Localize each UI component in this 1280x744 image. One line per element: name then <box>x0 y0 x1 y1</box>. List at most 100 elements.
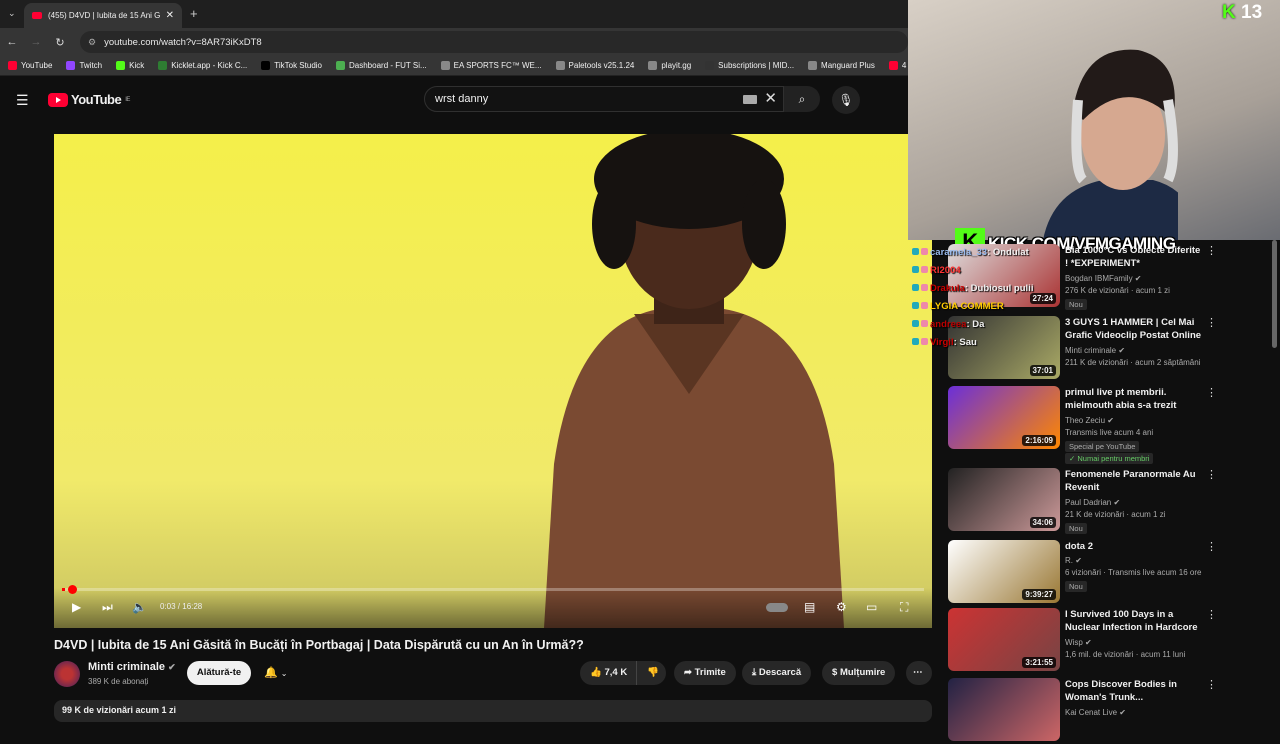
theater-mode-icon[interactable]: ▭ <box>866 600 877 614</box>
chat-badge-icon <box>912 302 919 309</box>
bookmark-item[interactable]: Kicklet.app - Kick C... <box>158 61 247 70</box>
video-thumbnail[interactable]: 9:39:27 <box>948 540 1060 603</box>
new-badge: Nou <box>1065 523 1087 534</box>
chat-badge-icon <box>921 338 928 345</box>
subtitles-icon[interactable]: ▤ <box>804 600 815 614</box>
recommendation-item[interactable]: 2:16:09 primul live pt membrii. mielmouth… <box>948 386 1268 464</box>
recommendation-title[interactable]: I Survived 100 Days in a Nuclear Infecti… <box>1065 608 1205 634</box>
tab-search-icon[interactable]: ⌄ <box>8 8 16 19</box>
bookmark-favicon-icon <box>888 61 898 70</box>
recommendation-item[interactable]: 34:06 Fenomenele Paranormale Au Revenit Pa… <box>948 468 1268 534</box>
download-button[interactable]: ⤓ Descarcă <box>742 661 812 685</box>
chevron-down-icon: ⌄ <box>280 669 288 678</box>
recommendation-channel[interactable]: Kai Cenat Live ✔ <box>1065 708 1126 717</box>
more-options-icon[interactable]: ⋮ <box>1206 468 1217 481</box>
tab-close-icon[interactable]: ✕ <box>166 10 174 21</box>
video-thumbnail[interactable] <box>948 678 1060 741</box>
new-badge: Special pe YouTube <box>1065 441 1140 452</box>
url-text: youtube.com/watch?v=8AR73iKxDT8 <box>104 36 262 48</box>
scrubber-handle[interactable] <box>68 585 77 594</box>
bookmark-label: YouTube <box>21 61 53 70</box>
recommendation-channel[interactable]: Paul Dadrian ✔ <box>1065 498 1120 507</box>
region-code: IE <box>125 96 130 103</box>
recommendation-title[interactable]: Bia 1000°C vs Obiecte Diferite ! *EXPERI… <box>1065 244 1205 270</box>
more-options-icon[interactable]: ⋮ <box>1206 540 1217 553</box>
clear-search-icon[interactable]: ✕ <box>764 89 777 107</box>
video-thumbnail[interactable]: 34:06 <box>948 468 1060 531</box>
more-options-icon[interactable]: ⋮ <box>1206 316 1217 329</box>
channel-name[interactable]: Minti criminale ✔ <box>88 661 176 673</box>
join-button[interactable]: Alătură-te <box>187 661 251 685</box>
channel-name-text: Minti criminale <box>88 661 166 673</box>
like-button[interactable]: 👍 7,4 K <box>580 661 636 685</box>
bookmark-item[interactable]: TikTok Studio <box>261 61 322 70</box>
bookmark-item[interactable]: Kick <box>116 61 144 70</box>
share-button[interactable]: ➦ Trimite <box>674 661 736 685</box>
site-info-icon[interactable]: ⚙ <box>88 37 96 48</box>
video-thumbnail[interactable]: 3:21:55 <box>948 608 1060 671</box>
bookmark-item[interactable]: Subscriptions | MID... <box>705 61 794 70</box>
time-display: 0:03 / 16:28 <box>160 602 203 611</box>
settings-gear-icon[interactable]: ⚙ <box>836 600 847 614</box>
url-field[interactable]: ⚙ youtube.com/watch?v=8AR73iKxDT8 <box>80 31 908 53</box>
bookmark-item[interactable]: EA SPORTS FC™ WE... <box>440 61 542 70</box>
next-icon[interactable]: ⏭ <box>102 600 113 615</box>
keyboard-icon[interactable] <box>743 95 757 104</box>
description-box[interactable]: 99 K de vizionări acum 1 zi <box>54 700 932 722</box>
recommendation-title[interactable]: dota 2 <box>1065 540 1205 553</box>
video-player[interactable]: ▶ ⏭ 🔈 0:03 / 16:28 ▤ ⚙ ▭ ⛶ <box>54 134 932 628</box>
bookmark-item[interactable]: Manguard Plus <box>808 61 875 70</box>
channel-avatar[interactable] <box>54 661 80 687</box>
bookmark-item[interactable]: 4 EASY Sto... <box>888 61 908 70</box>
more-options-icon[interactable]: ⋮ <box>1206 386 1217 399</box>
dislike-button[interactable]: 👎 <box>636 661 666 685</box>
recommendation-channel[interactable]: Minti criminale ✔ <box>1065 346 1125 355</box>
recommendation-channel[interactable]: Bogdan IBMFamily ✔ <box>1065 274 1142 283</box>
autoplay-toggle[interactable] <box>766 603 788 612</box>
browser-tab-active[interactable]: (455) D4VD | Iubita de 15 Ani G... ✕ <box>24 3 182 28</box>
recommendation-title[interactable]: Cops Discover Bodies in Woman's Trunk... <box>1065 678 1205 704</box>
recommendation-title[interactable]: 3 GUYS 1 HAMMER | Cel Mai Grafic Videocl… <box>1065 316 1205 342</box>
bookmark-item[interactable]: playit.gg <box>648 61 691 70</box>
bookmark-item[interactable]: YouTube <box>8 61 52 70</box>
notification-bell-button[interactable]: 🔔 ⌄ <box>256 661 306 685</box>
hamburger-menu-icon[interactable]: ☰ <box>16 92 29 109</box>
bookmark-label: playit.gg <box>661 61 692 70</box>
recommendation-title[interactable]: primul live pt membrii. mielmouth abia s… <box>1065 386 1205 412</box>
recommendation-channel[interactable]: Theo Zeciu ✔ <box>1065 416 1114 425</box>
recommendation-meta: 211 K de vizionări · acum 2 săptămâni <box>1065 358 1201 367</box>
more-options-icon[interactable]: ⋮ <box>1206 244 1217 257</box>
recommendation-channel[interactable]: Wisp ✔ <box>1065 638 1092 647</box>
more-options-icon[interactable]: ⋮ <box>1206 608 1217 621</box>
progress-bar[interactable] <box>62 585 924 594</box>
volume-icon[interactable]: 🔈 <box>132 600 147 614</box>
chat-badge-icon <box>912 338 919 345</box>
forward-icon[interactable]: → <box>24 36 48 48</box>
recommendation-item[interactable]: 3:21:55 I Survived 100 Days in a Nuclear … <box>948 608 1268 674</box>
search-button[interactable]: ⌕ <box>784 86 820 112</box>
scrollbar[interactable] <box>1272 240 1277 348</box>
search-query: wrst danny <box>435 93 489 105</box>
bookmark-favicon-icon <box>808 61 818 70</box>
reload-icon[interactable]: ↻ <box>48 36 72 49</box>
bookmark-item[interactable]: Paletools v25.1.24 <box>555 61 634 70</box>
voice-search-button[interactable]: 🎙 <box>832 86 860 114</box>
recommendation-item[interactable]: 9:39:27 dota 2 R. ✔ 6 vizionări · Transmis … <box>948 540 1268 606</box>
recommendation-item[interactable]: Cops Discover Bodies in Woman's Trunk...… <box>948 678 1268 744</box>
video-thumbnail[interactable]: 2:16:09 <box>948 386 1060 449</box>
bookmark-item[interactable]: Twitch <box>66 61 102 70</box>
thanks-button[interactable]: $ Mulțumire <box>822 661 896 685</box>
more-actions-button[interactable]: ⋯ <box>906 661 932 685</box>
more-options-icon[interactable]: ⋮ <box>1206 678 1217 691</box>
youtube-logo[interactable]: YouTube IE <box>48 92 130 107</box>
new-tab-button[interactable]: + <box>190 6 198 21</box>
thumbs-up-icon: 👍 <box>590 667 602 678</box>
duration-badge: 34:06 <box>1029 517 1056 528</box>
play-icon[interactable]: ▶ <box>72 600 81 614</box>
back-icon[interactable]: ← <box>0 36 24 48</box>
bookmark-item[interactable]: Dashboard - FUT Si... <box>336 61 427 70</box>
recommendation-title[interactable]: Fenomenele Paranormale Au Revenit <box>1065 468 1205 494</box>
fullscreen-icon[interactable]: ⛶ <box>900 600 908 615</box>
search-input[interactable]: wrst danny ✕ <box>424 86 784 112</box>
recommendation-channel[interactable]: R. ✔ <box>1065 556 1082 565</box>
